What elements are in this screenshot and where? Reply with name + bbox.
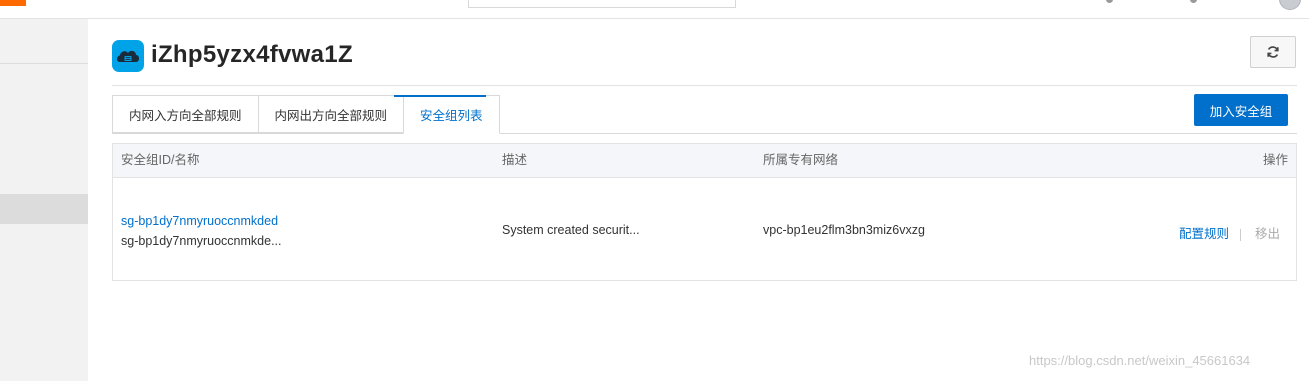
security-group-description: System created securit...: [502, 223, 640, 237]
tab-outbound-rules[interactable]: 内网出方向全部规则: [257, 95, 404, 133]
tab-security-group-list[interactable]: 安全组列表: [403, 95, 500, 134]
avatar[interactable]: [1279, 0, 1301, 10]
title-divider: [112, 85, 1297, 86]
main-panel: iZhp5yzx4fvwa1Z 内网入方向全部规则 内网出方向全部规则 安全组列…: [88, 19, 1309, 381]
remove-link[interactable]: 移出: [1255, 223, 1280, 242]
security-group-name: sg-bp1dy7nmyruoccnmkde...: [121, 234, 282, 248]
top-search-input[interactable]: [468, 0, 736, 8]
active-tab-indicator: [394, 95, 486, 97]
vpc-id: vpc-bp1eu2flm3bn3miz6vxzg: [763, 223, 925, 237]
sidebar-divider: [0, 63, 88, 64]
sidebar-item-active[interactable]: [0, 194, 88, 224]
brand-logo[interactable]: [0, 0, 26, 6]
sidebar: [0, 19, 88, 381]
top-navbar: [0, 0, 1309, 19]
security-group-table: 安全组ID/名称 描述 所属专有网络 操作 sg-bp1dy7nmyruoccn…: [112, 143, 1297, 281]
security-group-id-link[interactable]: sg-bp1dy7nmyruoccnmkded: [121, 214, 278, 228]
column-header-description: 描述: [502, 153, 528, 167]
cloud-server-icon: [112, 40, 144, 72]
table-header: 安全组ID/名称 描述 所属专有网络 操作: [113, 144, 1296, 178]
watermark-text: https://blog.csdn.net/weixin_45661634: [1029, 353, 1251, 368]
refresh-icon: [1267, 46, 1279, 58]
refresh-button[interactable]: [1250, 36, 1296, 68]
column-header-id-name: 安全组ID/名称: [121, 153, 200, 167]
tab-bar: 内网入方向全部规则 内网出方向全部规则 安全组列表: [112, 95, 500, 134]
action-divider: [1240, 229, 1241, 241]
top-nav-icon[interactable]: [1106, 0, 1113, 3]
tab-inbound-rules[interactable]: 内网入方向全部规则: [112, 95, 258, 133]
column-header-vpc: 所属专有网络: [763, 153, 839, 167]
page-title: iZhp5yzx4fvwa1Z: [151, 41, 353, 68]
configure-rules-link[interactable]: 配置规则: [1179, 223, 1229, 242]
top-nav-icon[interactable]: [1190, 0, 1197, 3]
column-header-actions: 操作: [1262, 153, 1288, 167]
join-security-group-button[interactable]: 加入安全组: [1194, 94, 1288, 126]
